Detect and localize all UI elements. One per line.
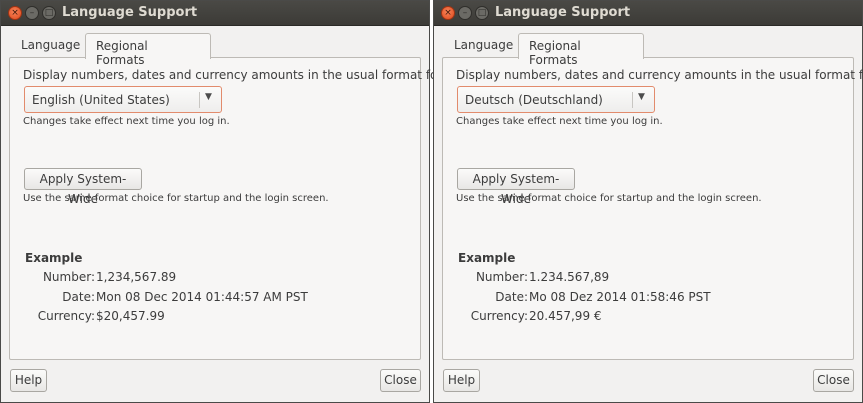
title-bar: × – □ Language Support (1, 1, 429, 26)
apply-note: Use the same format choice for startup a… (23, 193, 329, 204)
chevron-down-icon: ▼ (205, 92, 212, 102)
maximize-window-icon[interactable]: □ (475, 6, 489, 20)
apply-system-wide-button[interactable]: Apply System-Wide (24, 168, 142, 206)
maximize-window-icon[interactable]: □ (42, 6, 56, 20)
window-title: Language Support (62, 5, 198, 20)
number-label: Number: (42, 270, 95, 284)
format-select-value: Deutsch (Deutschland) (465, 93, 603, 107)
format-prompt: Display numbers, dates and currency amou… (23, 68, 447, 82)
combo-separator (199, 92, 200, 108)
currency-value: 20.457,99 € (529, 309, 602, 323)
date-value: Mo 08 Dez 2014 01:58:46 PST (529, 290, 711, 304)
close-button[interactable]: Close (380, 369, 421, 392)
close-button[interactable]: Close (813, 369, 854, 392)
example-heading: Example (25, 251, 83, 265)
minimize-window-icon[interactable]: – (25, 6, 39, 20)
login-note: Changes take effect next time you log in… (23, 116, 230, 127)
regional-formats-panel: Display numbers, dates and currency amou… (442, 57, 863, 360)
tab-regional-formats[interactable]: Regional Formats (85, 33, 211, 67)
tab-language[interactable]: Language (444, 33, 519, 58)
language-support-window-german: × – □ Language Support Language Regional… (433, 0, 863, 403)
currency-value: $20,457.99 (96, 309, 165, 323)
date-label: Date: (495, 290, 528, 304)
combo-separator (632, 92, 633, 108)
title-bar: × – □ Language Support (434, 1, 862, 26)
tab-regional-formats[interactable]: Regional Formats (518, 33, 644, 67)
format-select[interactable]: English (United States) ▼ (24, 86, 222, 113)
number-value: 1.234.567,89 (529, 270, 610, 284)
language-support-window-english: × – □ Language Support Language Regional… (0, 0, 446, 403)
regional-formats-panel: Display numbers, dates and currency amou… (9, 57, 446, 360)
currency-label: Currency: (37, 309, 95, 323)
number-value: 1,234,567.89 (96, 270, 177, 284)
tab-language[interactable]: Language (11, 33, 86, 58)
currency-label: Currency: (470, 309, 528, 323)
format-select[interactable]: Deutsch (Deutschland) ▼ (457, 86, 655, 113)
number-label: Number: (475, 270, 528, 284)
close-window-icon[interactable]: × (441, 6, 455, 20)
close-window-icon[interactable]: × (8, 6, 22, 20)
window-title: Language Support (495, 5, 631, 20)
help-button[interactable]: Help (443, 369, 480, 392)
apply-system-wide-button[interactable]: Apply System-Wide (457, 168, 575, 206)
apply-note: Use the same format choice for startup a… (456, 193, 762, 204)
chevron-down-icon: ▼ (638, 92, 645, 102)
minimize-window-icon[interactable]: – (458, 6, 472, 20)
format-select-value: English (United States) (32, 93, 170, 107)
login-note: Changes take effect next time you log in… (456, 116, 663, 127)
date-label: Date: (62, 290, 95, 304)
date-value: Mon 08 Dec 2014 01:44:57 AM PST (96, 290, 308, 304)
help-button[interactable]: Help (10, 369, 47, 392)
format-prompt: Display numbers, dates and currency amou… (456, 68, 863, 82)
example-heading: Example (458, 251, 516, 265)
